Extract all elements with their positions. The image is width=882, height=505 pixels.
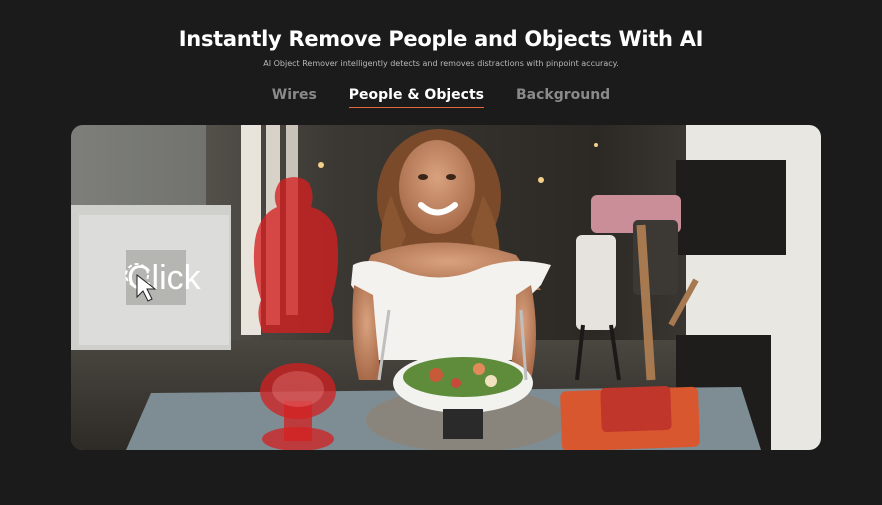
page-headline: Instantly Remove People and Objects With… [178,27,704,51]
tab-wires[interactable]: Wires [272,87,317,108]
person-removal-mask[interactable] [251,175,341,335]
tab-background[interactable]: Background [516,87,610,108]
click-hint: Click [123,261,201,302]
tab-people-objects[interactable]: People & Objects [348,87,484,108]
page-subtitle: AI Object Remover intelligently detects … [263,59,619,68]
feature-tabs: Wires People & Objects Background [0,87,882,108]
glass-removal-mask[interactable] [258,361,340,450]
cursor-click-icon [125,263,157,302]
demo-image: Click [71,125,821,450]
